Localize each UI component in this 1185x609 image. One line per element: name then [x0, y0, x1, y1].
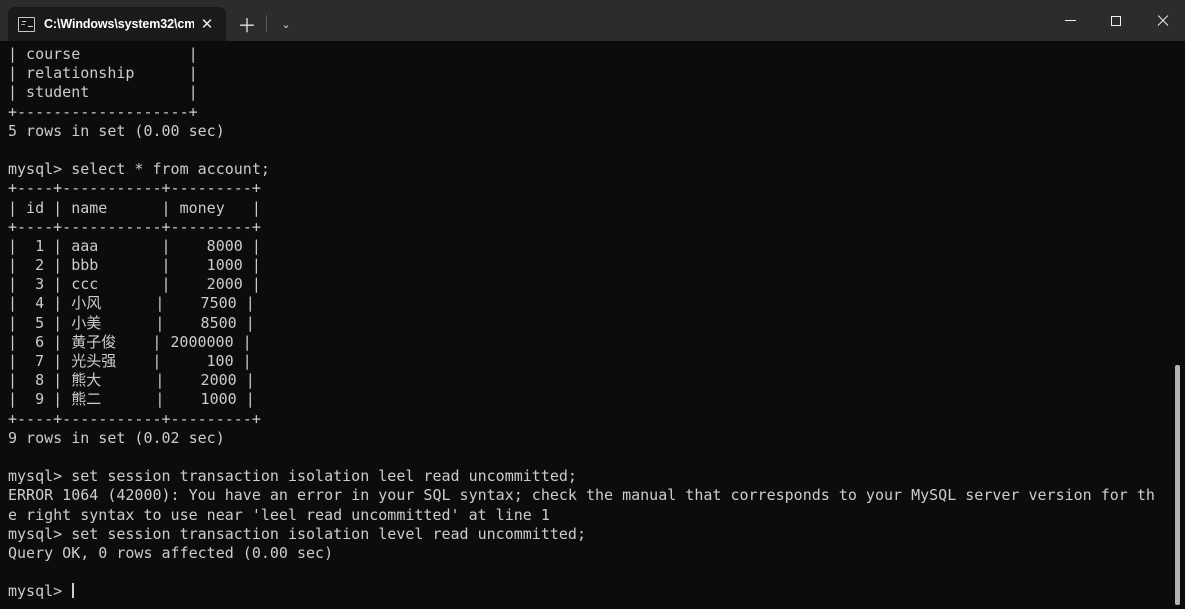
toolbar-divider — [266, 15, 267, 32]
window-controls — [1047, 0, 1185, 41]
cmd-console-icon — [18, 16, 35, 32]
tab-cmd[interactable]: C:\Windows\system32\cmd.e: ✕ — [8, 7, 226, 41]
close-tab-icon[interactable]: ✕ — [194, 11, 220, 37]
terminal-line: | 5 | 小美 | 8500 | — [8, 313, 255, 332]
terminal-line: | 7 | 光头强 | 100 | — [8, 352, 252, 370]
terminal-scrollbar[interactable] — [1171, 41, 1185, 609]
terminal-output[interactable]: | course | | relationship | | student | +--… — [0, 41, 1185, 609]
minimize-icon — [1064, 20, 1076, 21]
terminal-line: | id | name | money | — [8, 198, 261, 217]
terminal-line: +----+-----------+---------+ — [8, 179, 261, 198]
terminal-line: mysql> set session transaction isolation… — [8, 524, 586, 543]
terminal-line: | 6 | 黄子俊 | 2000000 | — [8, 332, 252, 351]
terminal-line: | course | — [8, 45, 198, 63]
maximize-button[interactable] — [1093, 0, 1139, 41]
terminal-line: mysql> set session transaction isolation… — [8, 467, 577, 486]
terminal-line: +----+-----------+---------+ — [8, 217, 261, 236]
terminal-line: 5 rows in set (0.00 sec) — [8, 121, 225, 140]
terminal-line: | 1 | aaa | 8000 | — [8, 236, 261, 255]
chevron-down-icon[interactable]: ⌄ — [269, 7, 303, 41]
terminal-line: | 8 | 熊大 | 2000 | — [8, 371, 255, 390]
minimize-button[interactable] — [1047, 0, 1093, 41]
terminal-line: | relationship | — [8, 64, 198, 83]
text-cursor — [72, 583, 75, 599]
close-window-button[interactable] — [1139, 0, 1185, 41]
terminal-line: Query OK, 0 rows affected (0.00 sec) — [8, 543, 334, 562]
close-icon — [1156, 15, 1168, 27]
scrollbar-thumb[interactable] — [1175, 365, 1180, 605]
terminal-line: mysql> select * from account; — [8, 160, 270, 179]
terminal-line: 9 rows in set (0.02 sec) — [8, 428, 225, 447]
title-bar: C:\Windows\system32\cmd.e: ✕ ＋ ⌄ — [0, 0, 1185, 41]
terminal-line: | 3 | ccc | 2000 | — [8, 275, 261, 294]
terminal-line: +-------------------+ — [8, 102, 198, 121]
terminal-line: e right syntax to use near 'leel read un… — [8, 505, 550, 524]
tab-title: C:\Windows\system32\cmd.e: — [44, 17, 194, 31]
terminal-line: ERROR 1064 (42000): You have an error in… — [8, 486, 1155, 505]
terminal-line: | 2 | bbb | 1000 | — [8, 256, 261, 275]
terminal-window: C:\Windows\system32\cmd.e: ✕ ＋ ⌄ | cours… — [0, 0, 1185, 609]
terminal-line: | 4 | 小风 | 7500 | — [8, 294, 255, 313]
maximize-icon — [1111, 15, 1121, 26]
terminal-line: +----+-----------+---------+ — [8, 409, 261, 428]
tab-strip: C:\Windows\system32\cmd.e: ✕ ＋ ⌄ — [0, 0, 303, 41]
terminal-line: | 9 | 熊二 | 1000 | — [8, 390, 255, 409]
new-tab-button[interactable]: ＋ — [230, 7, 264, 41]
terminal-line: | student | — [8, 83, 198, 102]
terminal-line: mysql> — [8, 582, 1185, 601]
